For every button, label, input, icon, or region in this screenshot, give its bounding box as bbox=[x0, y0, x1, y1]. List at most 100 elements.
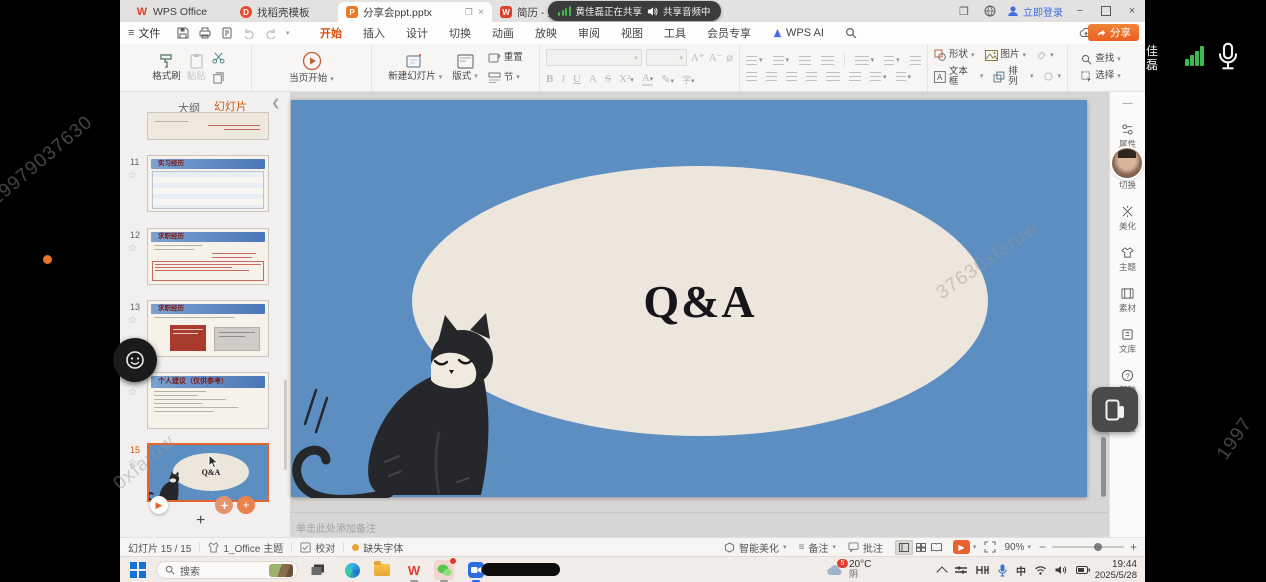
add-slide-button[interactable]: + bbox=[196, 512, 205, 530]
paragraph-settings-button[interactable]: ▾ bbox=[896, 72, 912, 81]
clear-format-icon[interactable]: ⌀ bbox=[726, 51, 733, 64]
tab-member[interactable]: 会员专享 bbox=[707, 25, 751, 41]
align-left-button[interactable] bbox=[746, 72, 757, 81]
save-icon[interactable] bbox=[176, 27, 189, 40]
font-family-select[interactable]: ▾ bbox=[546, 49, 642, 66]
sidebar-item-theme[interactable]: 主题 bbox=[1110, 246, 1145, 273]
numbering-button[interactable]: ▾ bbox=[773, 56, 790, 65]
shapes-button[interactable]: 形状▾ bbox=[934, 49, 975, 61]
textbox-button[interactable]: A 文本框▾ bbox=[934, 67, 983, 86]
select-button[interactable]: 选择▾ bbox=[1081, 71, 1121, 82]
tab-transition[interactable]: 切换 bbox=[449, 25, 471, 41]
quickbar-dropdown-icon[interactable]: ▾ bbox=[286, 29, 290, 37]
taskbar-weather-widget[interactable]: 5 20°C 阴 bbox=[826, 559, 871, 580]
start-button[interactable] bbox=[128, 560, 148, 580]
slide-thumbnail-14[interactable]: 个人建议（仅供参考） bbox=[147, 372, 269, 429]
minimize-button[interactable]: − bbox=[1067, 0, 1093, 22]
star-icon[interactable]: ☆ bbox=[128, 458, 137, 469]
meeting-mic-icon[interactable] bbox=[1216, 42, 1240, 72]
wechat-icon[interactable] bbox=[434, 560, 454, 580]
align-right-button[interactable] bbox=[786, 72, 797, 81]
task-view-icon[interactable] bbox=[308, 560, 328, 580]
slide-editor[interactable]: Q&A bbox=[291, 100, 1087, 497]
comments-button[interactable]: 批注 bbox=[848, 540, 883, 555]
tab-wps-ai[interactable]: WPS AI bbox=[772, 27, 824, 39]
align-center-button[interactable] bbox=[766, 72, 777, 81]
phonetic-guide-button[interactable]: 字▾ bbox=[682, 73, 695, 86]
tab-slideshow[interactable]: 放映 bbox=[535, 25, 557, 41]
fit-slide-icon[interactable] bbox=[984, 541, 996, 553]
bullets-button[interactable]: ▾ bbox=[746, 56, 763, 65]
convert-smartart-button[interactable] bbox=[910, 56, 921, 65]
highlight-button[interactable]: ✎▾ bbox=[661, 73, 674, 86]
close-button[interactable]: × bbox=[1119, 0, 1145, 22]
tab-insert[interactable]: 插入 bbox=[363, 25, 385, 41]
display-icon[interactable] bbox=[976, 565, 989, 575]
increase-indent-button[interactable] bbox=[821, 56, 833, 65]
paragraph-spacing-button[interactable]: ▾ bbox=[870, 72, 887, 81]
undo-icon[interactable] bbox=[242, 27, 255, 40]
quick-add-slide-button[interactable]: + bbox=[237, 496, 255, 514]
missing-font-label[interactable]: 缺失字体 bbox=[363, 540, 403, 555]
justify-button[interactable] bbox=[806, 72, 817, 81]
edge-browser-icon[interactable] bbox=[342, 560, 362, 580]
line-spacing-button[interactable] bbox=[849, 72, 861, 81]
hidden-icons-chevron[interactable] bbox=[936, 566, 947, 577]
layout-mode-icon[interactable]: ❐ bbox=[951, 0, 977, 22]
file-explorer-icon[interactable] bbox=[372, 560, 392, 580]
cut-icon[interactable] bbox=[212, 51, 225, 64]
battery-icon[interactable] bbox=[1076, 566, 1090, 574]
tab-animation[interactable]: 动画 bbox=[492, 25, 514, 41]
meeting-emoji-bubble-button[interactable] bbox=[113, 338, 157, 382]
slide-thumbnail-12[interactable]: 求职经历 bbox=[147, 228, 269, 285]
distribute-button[interactable] bbox=[826, 72, 840, 81]
wps-app-icon[interactable]: W bbox=[404, 560, 424, 580]
strikethrough-button[interactable]: S bbox=[605, 73, 611, 85]
collapse-panel-icon[interactable]: ❮ bbox=[272, 98, 280, 109]
zoom-in-button[interactable]: + bbox=[1130, 540, 1137, 554]
zoom-level[interactable]: 90% bbox=[1004, 542, 1024, 553]
ime-indicator[interactable]: 中 bbox=[1016, 563, 1026, 578]
outline-color-button[interactable]: ▾ bbox=[1043, 71, 1061, 82]
network-icon[interactable] bbox=[1035, 566, 1046, 575]
find-button[interactable]: 查找▾ bbox=[1081, 54, 1121, 65]
slide-thumbnail-10-partial[interactable] bbox=[147, 112, 269, 140]
star-icon[interactable]: ☆ bbox=[128, 243, 137, 254]
play-from-current-button[interactable]: 当页开始▾ bbox=[289, 51, 334, 84]
notes-placeholder[interactable]: 单击此处添加备注 bbox=[296, 520, 376, 535]
taskbar-search-box[interactable]: 搜索 bbox=[156, 561, 298, 579]
superscript-button[interactable]: X²▾ bbox=[619, 73, 634, 85]
print-icon[interactable] bbox=[198, 27, 211, 40]
presenter-camera-avatar[interactable] bbox=[1112, 148, 1142, 178]
panel-scrollbar[interactable] bbox=[284, 380, 287, 470]
search-icon[interactable] bbox=[845, 27, 858, 40]
canvas-scrollbar[interactable] bbox=[1101, 437, 1106, 497]
tab-review[interactable]: 审阅 bbox=[578, 25, 600, 41]
redo-icon[interactable] bbox=[264, 27, 277, 40]
beautify-slide-button[interactable] bbox=[215, 496, 233, 514]
slide-thumbnail-13[interactable]: 求职经历 bbox=[147, 300, 269, 357]
picture-button[interactable]: 图片▾ bbox=[985, 50, 1027, 61]
copy-icon[interactable] bbox=[212, 71, 225, 84]
paste-button[interactable]: 粘贴 bbox=[187, 53, 206, 82]
star-icon[interactable]: ☆ bbox=[128, 315, 137, 326]
underline-button[interactable]: U bbox=[573, 73, 581, 85]
shadow-button[interactable]: A bbox=[589, 73, 597, 85]
taskbar-clock[interactable]: 19:44 2025/5/28 bbox=[1095, 559, 1137, 581]
play-slide-button[interactable]: ▶ bbox=[150, 496, 168, 514]
slide-thumbnail-11[interactable]: 实习经历 bbox=[147, 155, 269, 212]
tab-design[interactable]: 设计 bbox=[406, 25, 428, 41]
zoom-out-button[interactable]: − bbox=[1039, 540, 1046, 554]
zoom-slider[interactable] bbox=[1052, 546, 1124, 548]
increase-font-icon[interactable]: A⁺ bbox=[691, 51, 705, 64]
fill-color-button[interactable]: ▾ bbox=[1036, 50, 1054, 61]
volume-icon[interactable] bbox=[1055, 565, 1067, 575]
export-icon[interactable] bbox=[220, 27, 233, 40]
sidebar-item-properties[interactable]: 属性 bbox=[1110, 123, 1145, 150]
sidebar-item-beautify[interactable]: 美化 bbox=[1110, 205, 1145, 232]
tab-docer-templates[interactable]: D 找稻壳模板 bbox=[232, 2, 318, 22]
decrease-font-icon[interactable]: A⁻ bbox=[709, 51, 723, 64]
theme-name[interactable]: 1_Office 主题 bbox=[223, 540, 283, 555]
decrease-indent-button[interactable] bbox=[799, 56, 811, 65]
new-slide-button[interactable]: 新建幻灯片▾ bbox=[388, 53, 442, 82]
